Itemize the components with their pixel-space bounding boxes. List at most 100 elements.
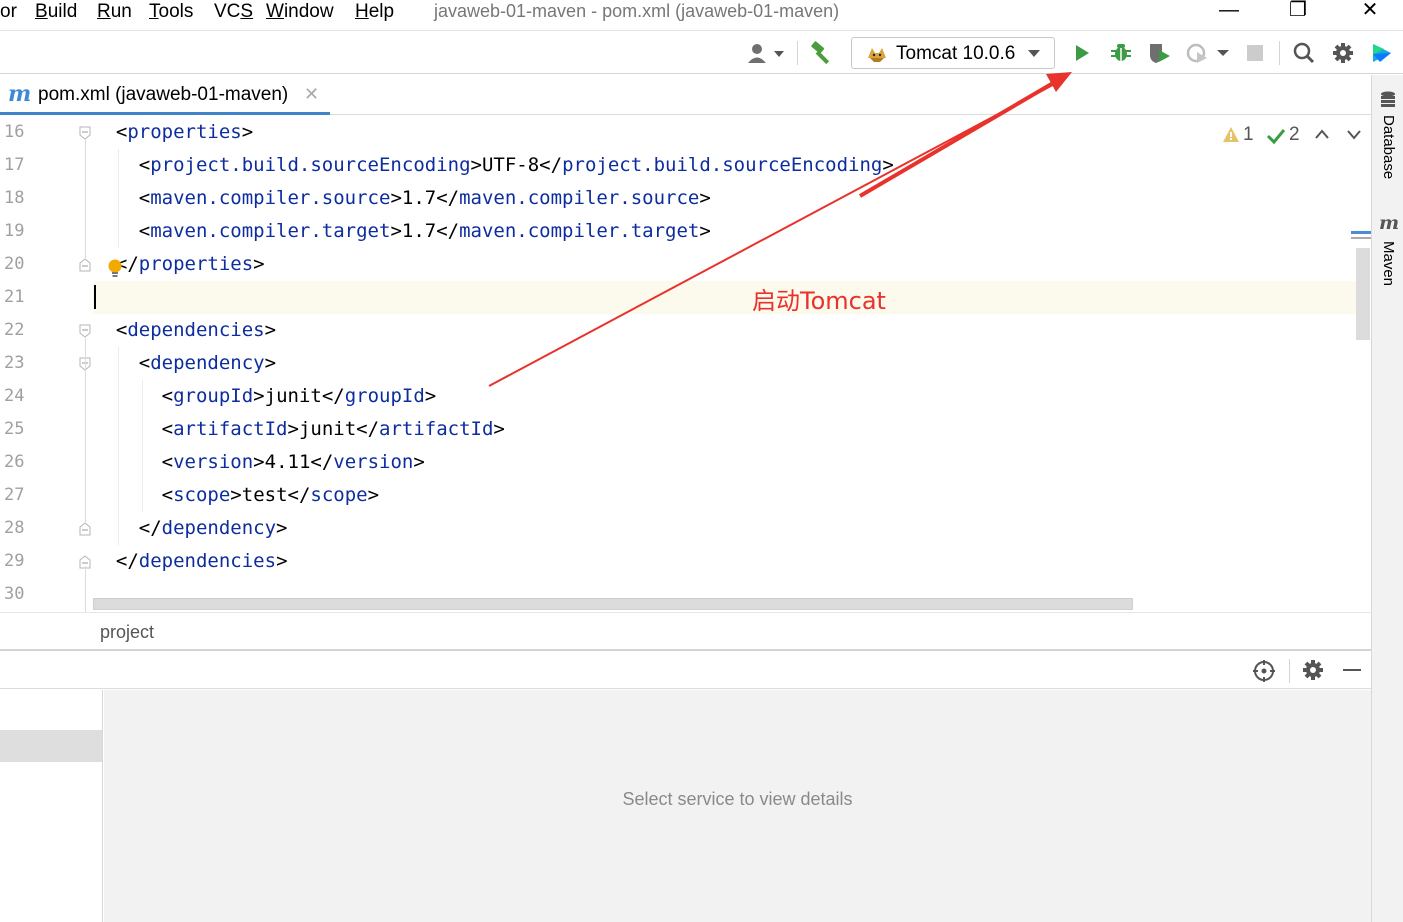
line-number[interactable]: 18	[4, 182, 44, 215]
crosshair-icon[interactable]	[1252, 659, 1276, 683]
xml-punct	[93, 484, 162, 506]
fold-marker-icon[interactable]	[78, 258, 92, 272]
fold-guide	[85, 338, 86, 522]
line-number[interactable]: 30	[4, 578, 44, 611]
xml-punct: <	[138, 154, 151, 176]
line-number[interactable]: 25	[4, 413, 44, 446]
xml-tag-name: artifactId	[379, 418, 494, 440]
menu-label: uild	[47, 1, 78, 22]
xml-punct: <	[161, 484, 174, 506]
code-line[interactable]: </dependencies>	[93, 545, 1363, 578]
line-number[interactable]: 28	[4, 512, 44, 545]
search-icon[interactable]	[1290, 39, 1318, 67]
xml-punct: >	[882, 154, 894, 176]
marker-stripe[interactable]	[1351, 237, 1371, 239]
fold-marker-icon[interactable]	[78, 324, 92, 338]
xml-punct: >	[390, 187, 402, 209]
chevron-down-icon[interactable]	[1346, 128, 1362, 140]
breadcrumb: project	[0, 612, 1371, 649]
tab-pom-xml[interactable]: m pom.xml (javaweb-01-maven) ✕	[0, 75, 330, 115]
run-icon[interactable]	[1068, 39, 1096, 67]
database-icon[interactable]	[1380, 91, 1396, 109]
debug-icon[interactable]	[1107, 39, 1135, 67]
maven-icon: m	[8, 81, 32, 107]
menu-build[interactable]: Build	[35, 0, 77, 24]
code-line[interactable]: <dependencies>	[93, 314, 1363, 347]
minimize-button[interactable]: —	[1214, 0, 1244, 24]
check-icon[interactable]	[1266, 126, 1286, 146]
editor-tabs: m pom.xml (javaweb-01-maven) ✕	[0, 75, 1371, 115]
xml-punct: <	[115, 319, 128, 341]
profile-icon[interactable]	[1184, 39, 1212, 67]
menu-window[interactable]: Window	[266, 0, 334, 24]
line-number[interactable]: 29	[4, 545, 44, 578]
warning-icon[interactable]	[1222, 126, 1240, 144]
breadcrumb-item-project[interactable]: project	[100, 621, 154, 643]
code-line[interactable]: <groupId>junit</groupId>	[93, 380, 1363, 413]
code-line[interactable]: <scope>test</scope>	[93, 479, 1363, 512]
code-line[interactable]: <maven.compiler.source>1.7</maven.compil…	[93, 182, 1363, 215]
line-number[interactable]: 17	[4, 149, 44, 182]
line-number[interactable]: 16	[4, 116, 44, 149]
maven-icon[interactable]: m	[1379, 213, 1399, 233]
code-line[interactable]	[93, 281, 1363, 314]
vertical-scrollbar[interactable]	[1356, 248, 1370, 340]
coverage-icon[interactable]	[1146, 39, 1174, 67]
code-line[interactable]: <maven.compiler.target>1.7</maven.compil…	[93, 215, 1363, 248]
code-line[interactable]: </properties>	[93, 248, 1363, 281]
menu-vcs[interactable]: VCS	[214, 0, 253, 24]
services-tree-selected-row[interactable]	[0, 730, 102, 762]
xml-punct: >	[264, 352, 277, 374]
restore-button[interactable]: ❐	[1283, 0, 1313, 24]
xml-tag-name: project.build.sourceEncoding	[150, 154, 471, 176]
line-number[interactable]: 23	[4, 347, 44, 380]
ok-count[interactable]: 2	[1289, 124, 1300, 146]
minimize-panel-icon[interactable]	[1343, 669, 1361, 671]
close-window-button[interactable]: ✕	[1355, 0, 1385, 24]
code-line[interactable]: <version>4.11</version>	[93, 446, 1363, 479]
horizontal-scrollbar[interactable]	[93, 598, 1133, 610]
chevron-up-icon[interactable]	[1314, 128, 1330, 140]
menu-editor[interactable]: or	[0, 0, 17, 24]
menu-help[interactable]: Help	[355, 0, 394, 24]
maven-tool-label[interactable]: Maven	[1378, 241, 1398, 286]
warning-count[interactable]: 1	[1243, 124, 1254, 146]
code-editor[interactable]: 16 17 18 19 20 21 22 23 24 25 26 27 28 29 30 <properti…	[0, 116, 1371, 612]
line-number[interactable]: 27	[4, 479, 44, 512]
line-number[interactable]: 22	[4, 314, 44, 347]
build-hammer-icon[interactable]	[808, 39, 836, 67]
tab-label: pom.xml (javaweb-01-maven)	[38, 84, 289, 105]
services-tree[interactable]	[0, 690, 103, 922]
settings-icon[interactable]	[1302, 659, 1324, 681]
code-line[interactable]: <dependency>	[93, 347, 1363, 380]
marker-stripe[interactable]	[1351, 231, 1371, 234]
code-line[interactable]: <artifactId>junit</artifactId>	[93, 413, 1363, 446]
line-number[interactable]: 26	[4, 446, 44, 479]
line-number[interactable]: 19	[4, 215, 44, 248]
line-number[interactable]: 24	[4, 380, 44, 413]
xml-punct: >	[493, 418, 505, 440]
run-configuration-selector[interactable]: Tomcat 10.0.6	[851, 37, 1055, 69]
xml-punct: </	[287, 484, 311, 506]
database-tool-label[interactable]: Database	[1378, 115, 1398, 179]
close-icon[interactable]: ✕	[304, 84, 319, 104]
line-number[interactable]: 21	[4, 281, 44, 314]
settings-icon[interactable]	[1329, 39, 1357, 67]
xml-text: 1.7	[401, 187, 437, 209]
stop-icon[interactable]	[1241, 39, 1269, 67]
xml-punct	[93, 451, 162, 473]
fold-marker-icon[interactable]	[78, 126, 92, 140]
xml-tag-name: scope	[173, 484, 231, 506]
menu-run[interactable]: Run	[97, 0, 132, 24]
code-line[interactable]: <project.build.sourceEncoding>UTF-8</pro…	[93, 149, 1363, 182]
jetbrains-logo-icon[interactable]	[1368, 39, 1396, 67]
line-number[interactable]: 20	[4, 248, 44, 281]
code-line[interactable]: </dependency>	[93, 512, 1363, 545]
fold-marker-icon[interactable]	[78, 522, 92, 536]
menu-tools[interactable]: Tools	[149, 0, 193, 24]
code-line[interactable]: <properties>	[93, 116, 1363, 149]
user-icon[interactable]	[746, 39, 786, 67]
xml-punct: </	[138, 517, 162, 539]
lightbulb-icon[interactable]	[106, 258, 124, 278]
chevron-down-icon[interactable]	[1212, 39, 1234, 67]
